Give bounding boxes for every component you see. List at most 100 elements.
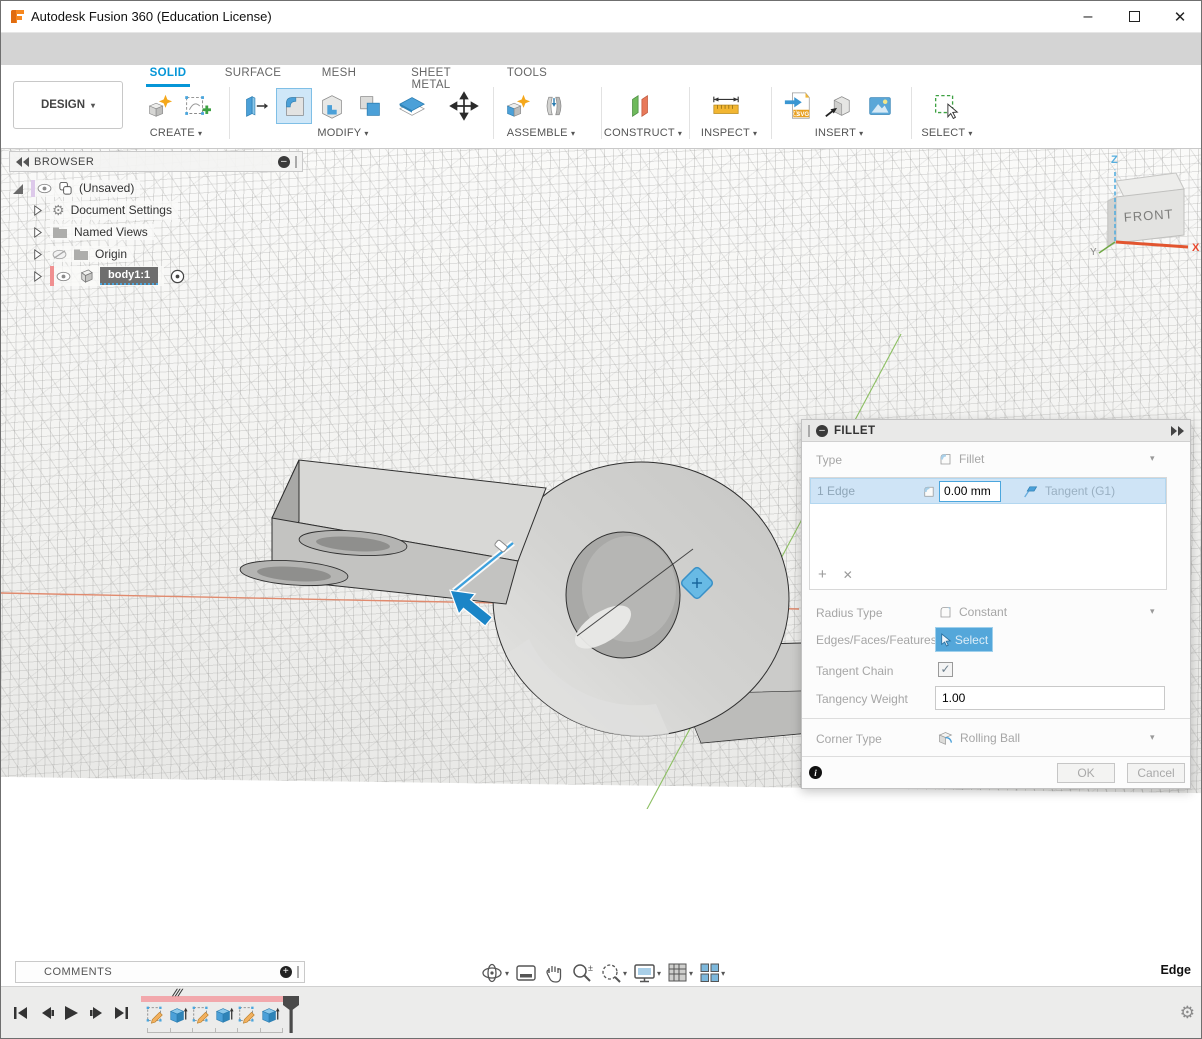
eye-icon[interactable] xyxy=(37,183,52,194)
view-cube[interactable]: FRONT Z X Y xyxy=(1086,151,1202,263)
insert-canvas-button[interactable] xyxy=(863,89,897,123)
browser-item-origin[interactable]: Origin xyxy=(11,243,185,265)
dialog-options-icon[interactable]: – xyxy=(816,425,828,437)
timeline-ticks xyxy=(147,1028,283,1033)
close-button[interactable]: ✕ xyxy=(1157,1,1202,32)
fillet-dialog-header[interactable]: – FILLET xyxy=(802,420,1190,442)
remove-edge-set-button[interactable]: ✕ xyxy=(843,566,853,583)
browser-item-document-settings[interactable]: ⚙ Document Settings xyxy=(11,199,185,221)
workspace-switcher[interactable]: DESIGN ▾ xyxy=(13,81,123,129)
joint-button[interactable] xyxy=(537,89,571,123)
group-inspect[interactable]: INSPECT ▾ xyxy=(689,127,769,139)
add-comment-icon[interactable]: + xyxy=(280,966,292,978)
timeline-step-back-button[interactable] xyxy=(37,1003,57,1023)
expander-closed-icon[interactable] xyxy=(31,270,44,283)
comments-grip[interactable] xyxy=(297,966,299,978)
tab-solid[interactable]: SOLID xyxy=(144,67,192,79)
display-settings-icon[interactable]: ▾ xyxy=(631,961,663,985)
measure-button[interactable] xyxy=(709,89,743,123)
orbit-icon[interactable]: ▾ xyxy=(479,961,511,985)
combine-button[interactable] xyxy=(353,89,387,123)
type-dropdown-caret[interactable]: ▾ xyxy=(1150,453,1155,464)
new-body-button[interactable] xyxy=(141,89,175,123)
insert-svg-button[interactable]: SVG xyxy=(781,89,815,123)
create-sketch-button[interactable] xyxy=(179,89,213,123)
expander-open-icon[interactable] xyxy=(11,181,25,195)
construct-plane-button[interactable] xyxy=(623,89,657,123)
expander-closed-icon[interactable] xyxy=(31,226,44,239)
tangent-chain-checkbox[interactable]: ✓ xyxy=(938,662,953,677)
dock-panel-icon[interactable] xyxy=(1170,426,1184,436)
zoom-window-icon[interactable]: ▾ xyxy=(598,961,629,985)
timeline-go-end-button[interactable] xyxy=(111,1003,131,1023)
group-insert[interactable]: INSERT ▾ xyxy=(799,127,879,139)
select-button[interactable] xyxy=(929,89,963,123)
shell-button[interactable] xyxy=(315,89,349,123)
radius-type-dropdown-caret[interactable]: ▾ xyxy=(1150,606,1155,617)
timeline-sketch-feature[interactable] xyxy=(144,1004,166,1026)
browser-item-named-views[interactable]: Named Views xyxy=(11,221,185,243)
tab-tools[interactable]: TOOLS xyxy=(503,67,551,79)
grid-snap-icon[interactable]: ▾ xyxy=(665,961,695,985)
ground-target-icon[interactable] xyxy=(170,269,185,284)
expander-closed-icon[interactable] xyxy=(31,204,44,217)
zoom-icon[interactable]: ± xyxy=(569,961,596,985)
group-select[interactable]: SELECT ▾ xyxy=(909,127,985,139)
fillet-radius-input[interactable] xyxy=(939,481,1001,502)
fillet-dialog[interactable]: – FILLET Type Fillet ▾ 1 Edge xyxy=(801,419,1191,789)
corner-type-value[interactable]: Rolling Ball xyxy=(937,730,1020,746)
tab-sheet-metal[interactable]: SHEET METAL xyxy=(391,67,471,91)
collapse-panel-icon[interactable] xyxy=(16,157,30,167)
timeline-playhead[interactable] xyxy=(282,995,300,1033)
new-component-button[interactable] xyxy=(499,89,533,123)
browser-item-root[interactable]: (Unsaved) xyxy=(11,177,185,199)
group-modify[interactable]: MODIFY ▾ xyxy=(301,127,385,139)
browser-panel-header[interactable]: BROWSER – xyxy=(9,151,303,172)
maximize-button[interactable] xyxy=(1111,1,1157,32)
timeline-sketch-feature[interactable] xyxy=(190,1004,212,1026)
look-at-icon[interactable] xyxy=(513,962,539,984)
type-value[interactable]: Fillet xyxy=(937,451,984,467)
timeline-extrude-feature[interactable] xyxy=(213,1004,235,1026)
info-icon[interactable]: i xyxy=(809,766,822,779)
panel-grip[interactable] xyxy=(295,156,297,168)
add-edge-set-button[interactable]: + xyxy=(818,566,827,583)
minimize-button[interactable]: – xyxy=(1065,1,1111,32)
dialog-grip[interactable] xyxy=(808,425,810,437)
thicken-button[interactable] xyxy=(395,89,429,123)
timeline-step-forward-button[interactable] xyxy=(87,1003,107,1023)
tab-surface[interactable]: SURFACE xyxy=(217,67,289,79)
radius-type-value[interactable]: Constant xyxy=(937,604,1007,620)
group-assemble[interactable]: ASSEMBLE ▾ xyxy=(493,127,589,139)
comments-bar[interactable]: COMMENTS + xyxy=(15,961,305,983)
timeline-play-button[interactable] xyxy=(61,1003,81,1023)
corner-type-dropdown-caret[interactable]: ▾ xyxy=(1150,732,1155,743)
expander-closed-icon[interactable] xyxy=(31,248,44,261)
edge-set-row-selected[interactable]: 1 Edge Tangent (G1) xyxy=(810,478,1166,504)
timeline-settings-gear-icon[interactable]: ⚙ xyxy=(1180,1003,1195,1023)
select-edges-button[interactable]: Select xyxy=(935,627,993,652)
timeline-extrude-feature[interactable] xyxy=(259,1004,281,1026)
browser-item-body[interactable]: body1:1 xyxy=(11,265,185,287)
insert-derive-button[interactable] xyxy=(821,89,855,123)
tab-mesh[interactable]: MESH xyxy=(317,67,361,79)
pan-icon[interactable] xyxy=(541,961,567,985)
group-create[interactable]: CREATE ▾ xyxy=(134,127,218,139)
fillet-button[interactable] xyxy=(277,89,311,123)
press-pull-button[interactable] xyxy=(237,89,271,123)
eye-off-icon[interactable] xyxy=(52,249,67,260)
ok-button[interactable]: OK xyxy=(1057,763,1115,783)
eye-icon[interactable] xyxy=(56,271,71,282)
tangency-weight-input[interactable] xyxy=(935,686,1165,710)
move-copy-button[interactable] xyxy=(447,89,481,123)
model-plate[interactable] xyxy=(239,460,546,604)
panel-options-icon[interactable]: – xyxy=(278,156,290,168)
continuity-value[interactable]: Tangent (G1) xyxy=(1045,484,1115,498)
timeline-go-start-button[interactable] xyxy=(11,1003,31,1023)
cancel-button[interactable]: Cancel xyxy=(1127,763,1185,783)
viewport-canvas[interactable]: FRONT Z X Y BROWSER – xyxy=(1,149,1202,986)
timeline-extrude-feature[interactable] xyxy=(167,1004,189,1026)
viewports-icon[interactable]: ▾ xyxy=(697,961,727,985)
group-construct[interactable]: CONSTRUCT ▾ xyxy=(593,127,693,139)
timeline-sketch-feature[interactable] xyxy=(236,1004,258,1026)
